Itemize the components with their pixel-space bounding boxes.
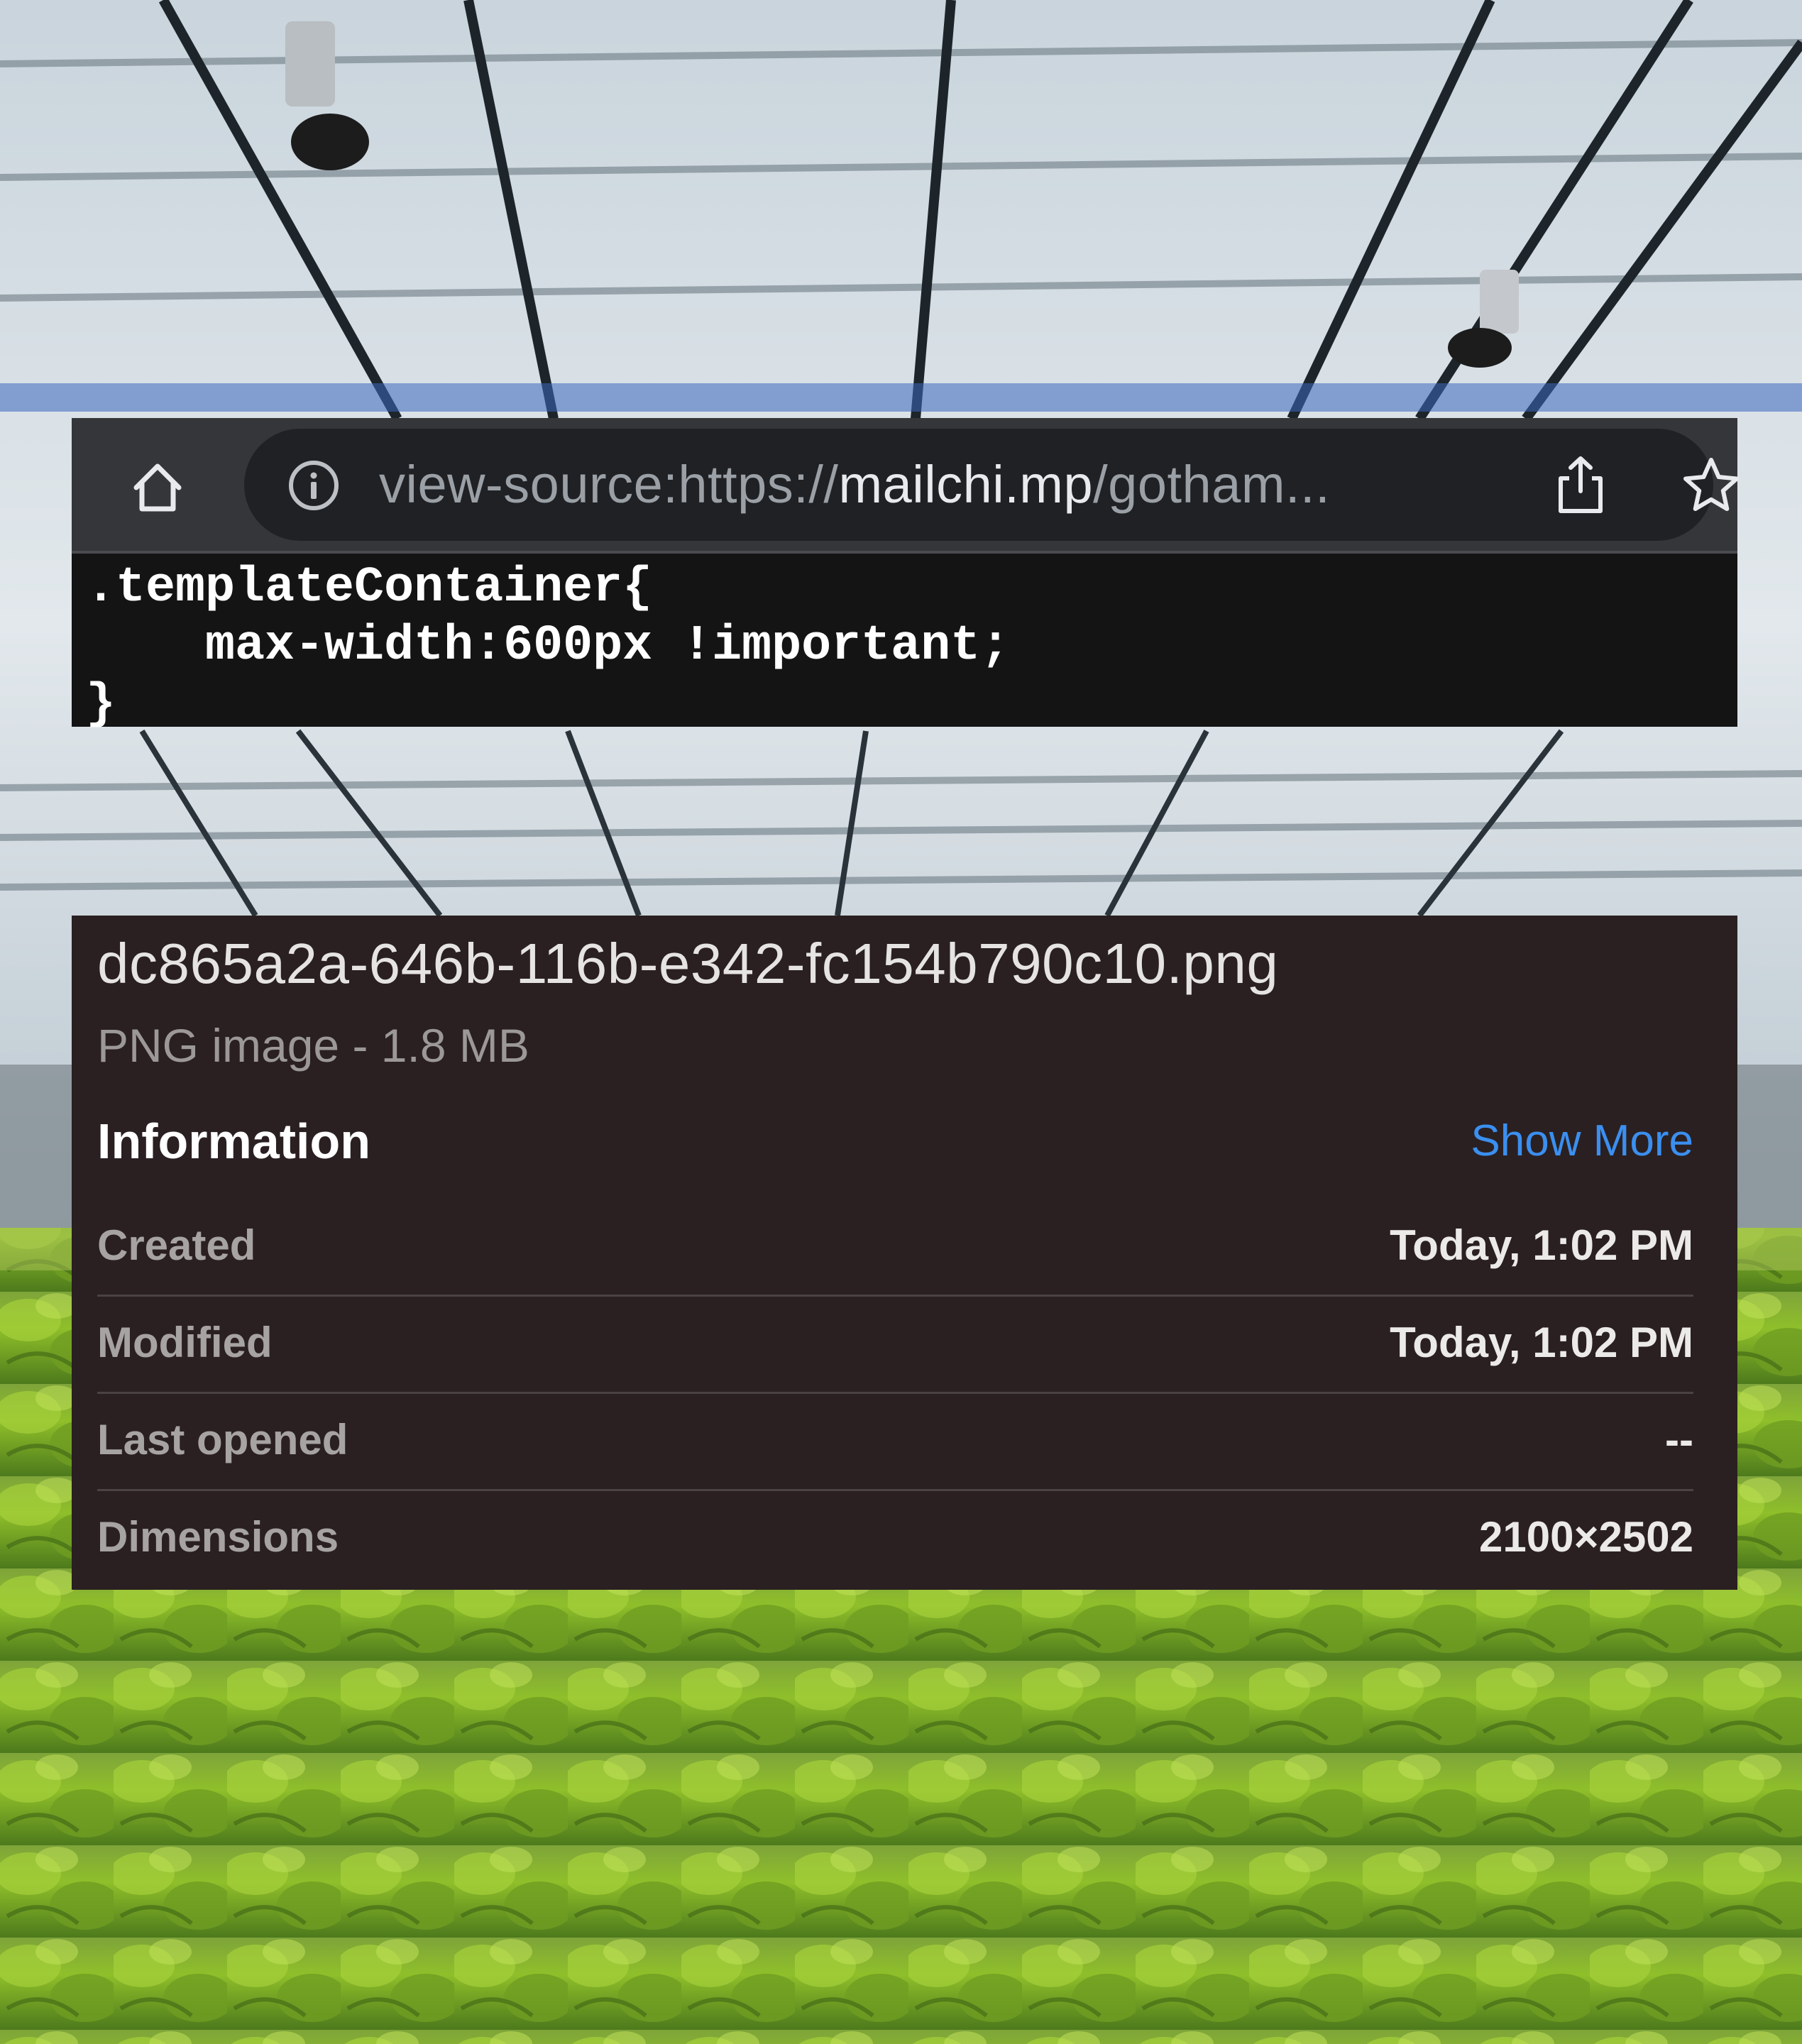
code-line: .templateContainer{: [86, 560, 653, 616]
star-icon[interactable]: [1681, 456, 1741, 515]
file-name: dc865a2a-646b-116b-e342-fc154b790c10.png: [97, 932, 1279, 995]
metadata-label: Dimensions: [97, 1513, 339, 1561]
code-line: max-width:600px !important;: [86, 618, 1011, 674]
metadata-value: 2100×2502: [1479, 1513, 1693, 1561]
information-heading: Information: [97, 1114, 370, 1169]
metadata-row-dimensions: Dimensions 2100×2502: [97, 1491, 1693, 1588]
show-more-link[interactable]: Show More: [1471, 1116, 1693, 1166]
code-line: }: [86, 676, 116, 732]
home-button[interactable]: [121, 452, 194, 523]
file-type-size: PNG image - 1.8 MB: [97, 1019, 529, 1072]
url-prefix: view-source:https://: [379, 455, 839, 514]
url-path: /gotham...: [1093, 455, 1331, 514]
metadata-label: Last opened: [97, 1416, 348, 1463]
metadata-row-modified: Modified Today, 1:02 PM: [97, 1297, 1693, 1394]
address-bar[interactable]: view-source:https://mailchi.mp/gotham...: [244, 429, 1739, 541]
metadata-row-last-opened: Last opened --: [97, 1394, 1693, 1491]
file-info-panel: dc865a2a-646b-116b-e342-fc154b790c10.png…: [72, 916, 1737, 1590]
info-icon[interactable]: [287, 458, 341, 512]
metadata-value: Today, 1:02 PM: [1390, 1319, 1693, 1366]
url-text[interactable]: view-source:https://mailchi.mp/gotham...: [379, 429, 1330, 541]
metadata-value: --: [1665, 1416, 1693, 1463]
metadata-label: Created: [97, 1221, 256, 1269]
metadata-list: Created Today, 1:02 PM Modified Today, 1…: [97, 1199, 1693, 1588]
metadata-label: Modified: [97, 1319, 273, 1366]
share-icon[interactable]: [1554, 454, 1608, 515]
home-icon: [133, 463, 182, 512]
metadata-row-created: Created Today, 1:02 PM: [97, 1199, 1693, 1297]
browser-toolbar: view-source:https://mailchi.mp/gotham...: [72, 418, 1739, 554]
url-host: mailchi.mp: [838, 455, 1094, 514]
source-code-panel: .templateContainer{ max-width:600px !imp…: [72, 554, 1737, 732]
metadata-value: Today, 1:02 PM: [1390, 1221, 1693, 1269]
